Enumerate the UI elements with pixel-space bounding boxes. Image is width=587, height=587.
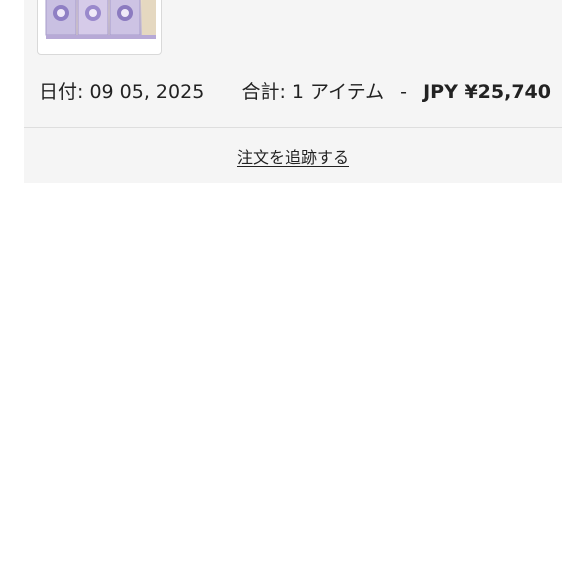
order-date: 日付: 09 05, 2025 (39, 78, 204, 106)
track-order-link[interactable]: 注文を追跡する (24, 144, 562, 168)
item-count: 1 アイテム (291, 81, 385, 103)
order-card: 日付: 09 05, 2025 合計: 1 アイテム - JPY ¥25,740… (24, 0, 562, 183)
order-total: 合計: 1 アイテム - JPY ¥25,740 (241, 78, 551, 106)
date-label: 日付: (39, 81, 84, 103)
order-price: JPY ¥25,740 (423, 81, 551, 103)
track-order-area: 注文を追跡する (24, 128, 562, 183)
total-separator: - (400, 81, 408, 103)
product-boxes-image (45, 0, 156, 39)
product-thumbnail[interactable] (37, 0, 162, 55)
order-meta-row: 日付: 09 05, 2025 合計: 1 アイテム - JPY ¥25,740 (39, 78, 551, 106)
order-summary: 日付: 09 05, 2025 合計: 1 アイテム - JPY ¥25,740 (24, 0, 562, 128)
date-value: 09 05, 2025 (89, 81, 205, 103)
total-label: 合計: (241, 81, 286, 103)
